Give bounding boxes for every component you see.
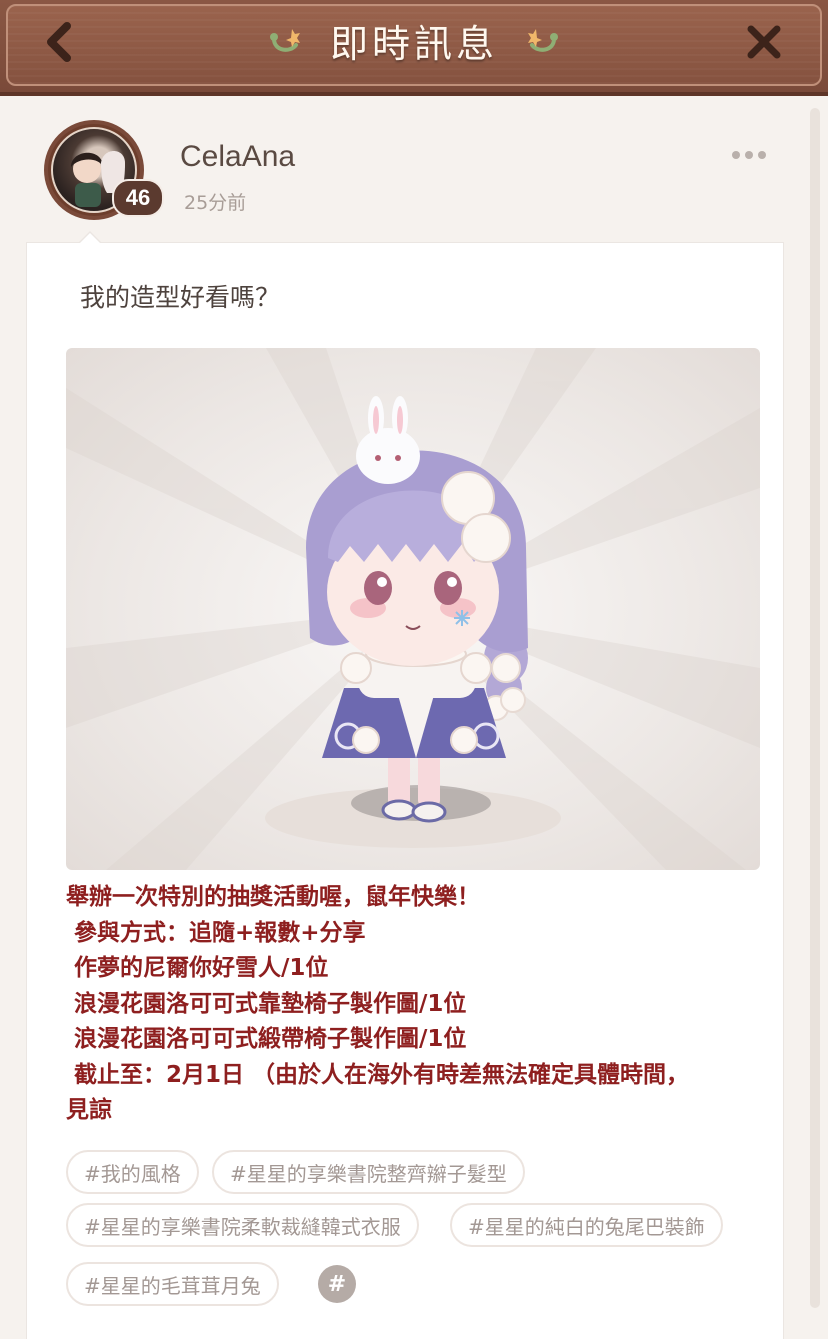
username[interactable]: CelaAna	[180, 140, 295, 174]
close-button[interactable]	[734, 14, 794, 70]
post-header: 46 CelaAna 25分前	[0, 100, 810, 245]
top-bar: 即時訊息	[0, 0, 828, 96]
level-badge: 46	[112, 179, 164, 217]
description-line: 浪漫花園洛可可式緞帶椅子製作圖/1位	[66, 1026, 467, 1052]
post-timestamp: 25分前	[184, 192, 247, 214]
description-line: 舉辦一次特別的抽獎活動喔，鼠年快樂！	[66, 884, 480, 910]
description-line: 作夢的尼爾你好雪人/1位	[66, 955, 329, 981]
post-description: 舉辦一次特別的抽獎活動喔，鼠年快樂！ 參與方式：追隨+報數+分享 作夢的尼爾你好…	[66, 880, 746, 1129]
hashtag-chip[interactable]: #我的風格	[66, 1150, 199, 1194]
left-ornament-icon	[268, 23, 308, 57]
close-icon	[747, 25, 781, 59]
page-title: 即時訊息	[329, 21, 498, 66]
add-hashtag-button[interactable]: #	[318, 1265, 356, 1303]
hashtag-chip[interactable]: #星星的享樂書院柔軟裁縫韓式衣服	[66, 1203, 419, 1247]
hashtag-chip[interactable]: #星星的享樂書院整齊辮子髮型	[212, 1150, 525, 1194]
app-root: 即時訊息 46 CelaAna 25分前 我的造型好看嗎？ 舉辦一次特別的抽獎活…	[0, 0, 828, 1339]
title-group: 即時訊息	[0, 10, 828, 70]
description-line: 截止至：2月1日 （由於人在海外有時差無法確定具體時間，	[66, 1061, 690, 1088]
dot-icon	[758, 151, 766, 159]
description-line: 見諒	[66, 1097, 112, 1123]
dot-icon	[732, 151, 740, 159]
post-caption: 我的造型好看嗎？	[80, 283, 281, 312]
right-ornament-icon	[520, 23, 560, 57]
more-options-button[interactable]	[726, 140, 772, 170]
post-image[interactable]	[66, 348, 760, 870]
hashtag-chip[interactable]: #星星的純白的兔尾巴裝飾	[450, 1203, 723, 1247]
dot-icon	[745, 151, 753, 159]
hashtag-chip[interactable]: #星星的毛茸茸月兔	[66, 1262, 279, 1306]
description-line: 浪漫花園洛可可式靠墊椅子製作圖/1位	[66, 990, 467, 1017]
scrollbar[interactable]	[810, 108, 820, 1308]
character-illustration	[66, 348, 760, 870]
card-pointer-fill	[80, 233, 100, 243]
description-line: 參與方式：追隨+報數+分享	[66, 919, 366, 946]
